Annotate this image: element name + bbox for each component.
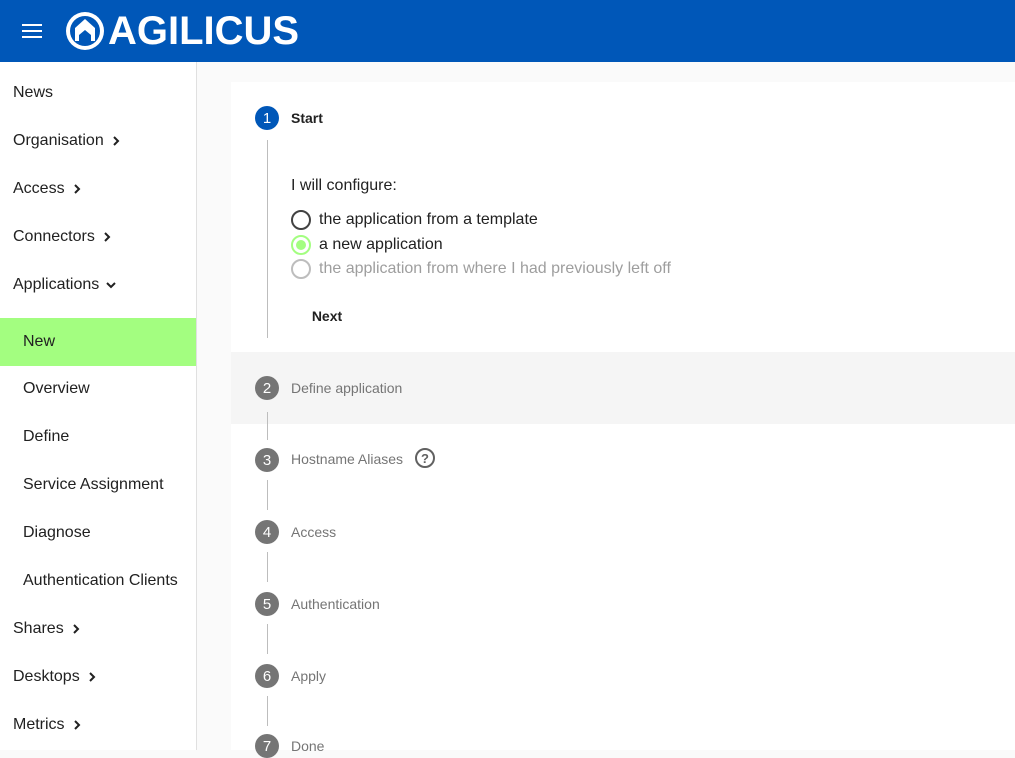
app-header: AGILICUS (0, 0, 1015, 62)
step-5-number[interactable]: 5 (255, 592, 279, 616)
sidebar-item-authentication-clients[interactable]: Authentication Clients (0, 557, 196, 605)
sidebar-item-organisation[interactable]: Organisation (0, 117, 196, 165)
step-2-label[interactable]: Define application (291, 380, 402, 396)
menu-icon[interactable] (22, 24, 42, 38)
sidebar-item-label: Applications (13, 276, 100, 293)
option-label: a new application (319, 236, 443, 253)
step-7-label[interactable]: Done (291, 738, 324, 754)
step-connector-line (267, 480, 268, 510)
step-7-number[interactable]: 7 (255, 734, 279, 758)
step-1-label[interactable]: Start (291, 110, 323, 126)
radio-disabled-icon (291, 259, 311, 279)
sidebar-item-connectors[interactable]: Connectors (0, 213, 196, 261)
step-connector-line (267, 140, 268, 338)
sidebar-item-applications[interactable]: Applications (0, 261, 196, 309)
step-connector-line (267, 696, 268, 726)
sidebar-item-label: Connectors (13, 228, 95, 245)
step-4-number[interactable]: 4 (255, 520, 279, 544)
step-6-label[interactable]: Apply (291, 668, 326, 684)
step-3-number[interactable]: 3 (255, 448, 279, 472)
configure-prompt: I will configure: (291, 177, 397, 194)
sidebar-item-label: Overview (23, 380, 90, 397)
sidebar-item-label: News (13, 84, 54, 101)
step-6-number[interactable]: 6 (255, 664, 279, 688)
chevron-right-icon (104, 232, 111, 242)
chevron-down-icon (106, 282, 116, 289)
sidebar-item-metrics[interactable]: Metrics (0, 701, 196, 749)
option-label: the application from where I had previou… (319, 260, 671, 277)
sidebar-item-shares[interactable]: Shares (0, 605, 196, 653)
sidebar-item-label: Authentication Clients (23, 572, 178, 589)
option-new-application[interactable]: a new application (291, 235, 443, 255)
radio-unchecked-icon[interactable] (291, 210, 311, 230)
option-from-template[interactable]: the application from a template (291, 210, 538, 230)
step-2-number[interactable]: 2 (255, 376, 279, 400)
sidebar-item-label: Metrics (13, 716, 65, 733)
sidebar-item-diagnose[interactable]: Diagnose (0, 509, 196, 557)
sidebar-item-service-assignment[interactable]: Service Assignment (0, 461, 196, 509)
agilicus-logo[interactable]: AGILICUS (64, 8, 300, 53)
logo-text: AGILICUS (108, 8, 300, 53)
option-resume-previous: the application from where I had previou… (291, 259, 671, 279)
sidebar-item-overview[interactable]: Overview (0, 365, 196, 413)
option-label: the application from a template (319, 211, 538, 228)
chevron-right-icon (113, 136, 120, 146)
logo-mark-icon (66, 12, 104, 50)
sidebar-item-label: Diagnose (23, 524, 91, 541)
sidebar-item-access[interactable]: Access (0, 165, 196, 213)
step-connector-line (267, 412, 268, 440)
sidebar-nav: News Organisation Access Connectors Appl… (0, 62, 197, 750)
step-4-label[interactable]: Access (291, 524, 336, 540)
chevron-right-icon (73, 184, 80, 194)
step-connector-line (267, 624, 268, 654)
next-button[interactable]: Next (295, 298, 359, 334)
step-1-number[interactable]: 1 (255, 106, 279, 130)
chevron-right-icon (88, 672, 96, 682)
sidebar-item-news[interactable]: News (0, 69, 196, 117)
sidebar-item-new[interactable]: New (0, 318, 196, 366)
sidebar-item-label: Shares (13, 620, 64, 637)
sidebar-item-label: Access (13, 180, 65, 197)
chevron-right-icon (72, 624, 80, 634)
stepper-panel: 1 Start I will configure: the applicatio… (231, 82, 1015, 758)
sidebar-item-label: New (23, 333, 56, 350)
sidebar-item-label: Desktops (13, 668, 80, 685)
chevron-right-icon (73, 720, 80, 730)
step-3-label[interactable]: Hostname Aliases (291, 451, 403, 467)
sidebar-item-label: Define (23, 428, 70, 445)
sidebar-item-label: Organisation (13, 132, 104, 149)
help-icon[interactable]: ? (415, 448, 435, 468)
sidebar-item-desktops[interactable]: Desktops (0, 653, 196, 701)
sidebar-item-label: Service Assignment (23, 476, 164, 493)
step-connector-line (267, 552, 268, 582)
radio-checked-icon[interactable] (291, 235, 311, 255)
step-5-label[interactable]: Authentication (291, 596, 380, 612)
sidebar-item-define[interactable]: Define (0, 413, 196, 461)
